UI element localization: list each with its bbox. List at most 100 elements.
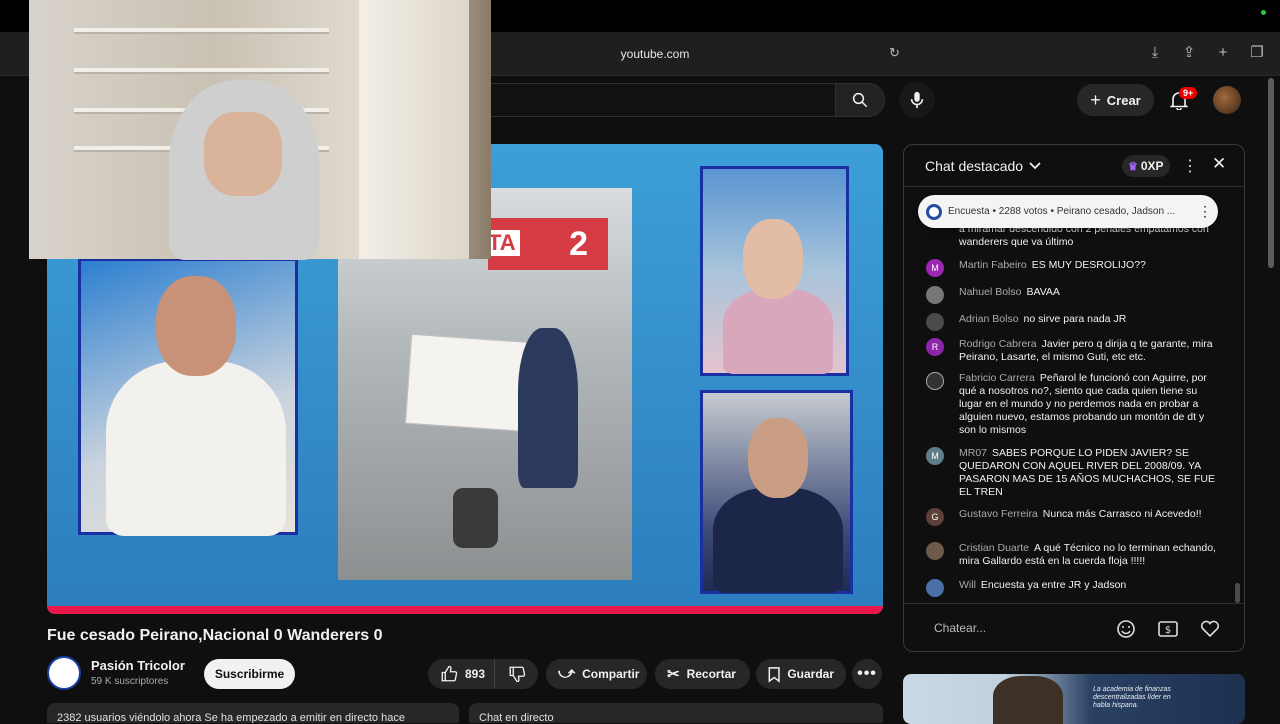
tabs-overview-icon[interactable]: ❐: [1248, 43, 1266, 61]
video-panel-host-left: [78, 258, 298, 536]
account-avatar[interactable]: [1213, 86, 1241, 114]
thumbs-up-icon: [441, 665, 458, 682]
video-panel-host-bottom-right: [700, 390, 853, 594]
chat-message: Nahuel Bolso BAVAA: [926, 286, 1226, 304]
message-text: no sirve para nada JR: [1023, 313, 1127, 325]
message-author[interactable]: Nahuel Bolso: [959, 286, 1021, 298]
subscribe-button[interactable]: Suscribirme: [204, 659, 295, 689]
chat-input[interactable]: Chatear...: [934, 621, 986, 635]
message-author[interactable]: Fabricio Carrera: [959, 372, 1035, 384]
message-author[interactable]: Gustavo Ferreira: [959, 508, 1038, 520]
channel-subscribers: 59 K suscriptores: [91, 676, 169, 687]
page-scrollbar[interactable]: [1268, 78, 1274, 268]
clip-label: Recortar: [686, 667, 736, 681]
streamer-face: [204, 112, 282, 196]
chevron-down-icon: [1029, 162, 1041, 170]
chat-message: Adrian Bolso no sirve para nada JR: [926, 313, 1226, 331]
host-figure: [723, 289, 833, 374]
reload-icon[interactable]: ↻: [889, 45, 900, 61]
chat-mode-dropdown[interactable]: Chat destacado: [925, 158, 1041, 174]
chat-message: G Gustavo Ferreira Nunca más Carrasco ni …: [926, 508, 1226, 526]
sidebar-ad[interactable]: La academia de finanzas descentralizadas…: [903, 674, 1245, 724]
plus-icon: +: [1090, 89, 1101, 110]
message-author[interactable]: MR07: [959, 447, 987, 459]
dislike-button[interactable]: [494, 659, 538, 689]
message-avatar: [926, 372, 944, 390]
ad-text: La academia de finanzas descentralizadas…: [1093, 686, 1171, 709]
chat-scrollbar[interactable]: [1235, 583, 1240, 603]
message-text: Encuesta ya entre JR y Jadson: [980, 579, 1127, 591]
share-icon[interactable]: ⇪: [1180, 43, 1198, 61]
browser-actions: ⤓ ⇪ + ❐: [1146, 43, 1266, 62]
voice-search-button[interactable]: [899, 82, 935, 118]
clip-button[interactable]: ✂ Recortar: [655, 659, 750, 689]
message-author[interactable]: Will: [959, 579, 976, 591]
new-tab-icon[interactable]: +: [1214, 43, 1232, 61]
description-box[interactable]: 2382 usuarios viéndolo ahora Se ha empez…: [47, 703, 459, 723]
host-figure: [713, 488, 843, 593]
share-button[interactable]: ⤻ Compartir: [546, 659, 647, 689]
notification-badge: 9+: [1179, 87, 1198, 99]
streamer-webcam-overlay: [29, 0, 491, 260]
more-vertical-icon[interactable]: ⋮: [1198, 203, 1212, 220]
poll-banner[interactable]: Encuesta • 2288 votos • Peirano cesado, …: [918, 195, 1218, 228]
curtain: [359, 0, 469, 259]
chat-replay-label: Chat en directo: [479, 712, 554, 723]
create-label: Crear: [1106, 92, 1141, 108]
video-title: Fue cesado Peirano,Nacional 0 Wanderers …: [47, 627, 383, 644]
shelf: [74, 68, 329, 72]
chat-replay-box[interactable]: Chat en directo: [469, 703, 883, 723]
xp-badge[interactable]: ♛ 0XP: [1122, 155, 1170, 177]
message-avatar: M: [926, 259, 944, 277]
search-icon: [852, 92, 868, 108]
emoji-icon[interactable]: [1116, 619, 1136, 639]
protest-banner: [405, 333, 536, 433]
chat-messages: a miramar descendido con 2 penales empat…: [904, 223, 1244, 603]
heart-icon[interactable]: [1200, 619, 1220, 639]
create-button[interactable]: + Crear: [1077, 84, 1154, 116]
chat-title: Chat destacado: [925, 158, 1024, 174]
address-bar[interactable]: youtube.com: [580, 47, 730, 61]
super-chat-icon[interactable]: $: [1158, 619, 1178, 639]
close-icon[interactable]: ✕: [1212, 154, 1226, 174]
message-avatar: [926, 542, 944, 560]
status-dot: [1261, 10, 1266, 15]
message-avatar: G: [926, 508, 944, 526]
message-author[interactable]: Rodrigo Cabrera: [959, 338, 1037, 350]
crown-icon: ♛: [1128, 160, 1138, 173]
host-head: [743, 219, 803, 299]
more-horizontal-icon: •••: [857, 665, 877, 682]
share-label: Compartir: [582, 667, 640, 681]
more-vertical-icon[interactable]: ⋮: [1182, 156, 1198, 176]
like-count: 893: [465, 667, 486, 681]
xp-value: 0XP: [1140, 159, 1164, 173]
share-arrow-icon: ⤻: [558, 665, 576, 682]
video-progress-bar[interactable]: [47, 606, 883, 614]
host-figure: [106, 361, 286, 536]
host-head: [748, 418, 808, 498]
message-text: ES MUY DESROLIJO??: [1031, 259, 1146, 271]
chat-header: Chat destacado ♛ 0XP ⋮ ✕: [904, 145, 1244, 187]
more-actions-button[interactable]: •••: [852, 659, 882, 689]
chat-input-actions: $: [1116, 619, 1220, 639]
message-author[interactable]: Adrian Bolso: [959, 313, 1019, 325]
chat-message: Cristian Duarte A qué Técnico no lo termi…: [926, 542, 1226, 568]
message-text: SABES PORQUE LO PIDEN JAVIER? SE QUEDARO…: [959, 447, 1215, 498]
channel-avatar[interactable]: [47, 656, 81, 690]
chat-message: Will Encuesta ya entre JR y Jadson: [926, 579, 1226, 597]
poll-text: Encuesta • 2288 votos • Peirano cesado, …: [948, 206, 1176, 217]
stadium-sign-number: 2: [569, 224, 588, 263]
chat-message: Fabricio Carrera Peñarol le funcionó con …: [926, 372, 1226, 437]
save-button[interactable]: Guardar: [756, 659, 846, 689]
backpack: [453, 488, 498, 548]
message-text: BAVAA: [1026, 286, 1060, 298]
save-label: Guardar: [787, 667, 834, 681]
chat-input-bar: Chatear... $: [904, 603, 1244, 651]
channel-name[interactable]: Pasión Tricolor: [91, 658, 185, 673]
search-input[interactable]: [490, 83, 835, 117]
message-author[interactable]: Martin Fabeiro: [959, 259, 1027, 271]
message-author[interactable]: Cristian Duarte: [959, 542, 1029, 554]
download-icon[interactable]: ⤓: [1146, 43, 1164, 61]
search-button[interactable]: [835, 83, 885, 117]
chat-message: R Rodrigo Cabrera Javier pero q dirija q …: [926, 338, 1226, 364]
